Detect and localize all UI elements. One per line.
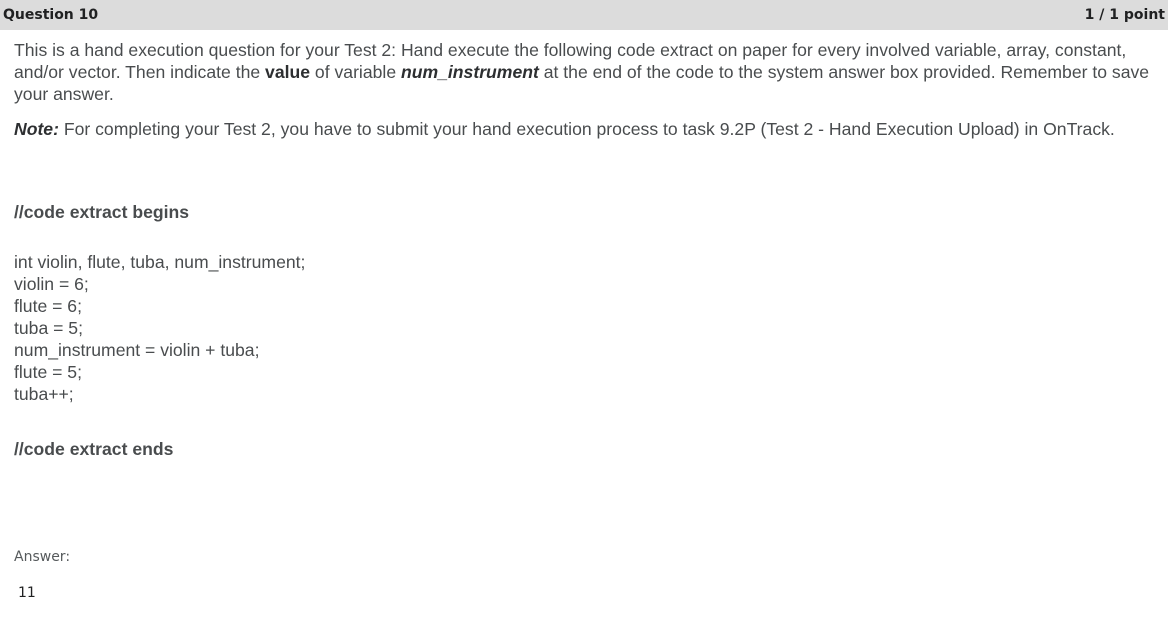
code-line: violin = 6; <box>14 274 89 294</box>
answer-value: 11 <box>18 585 36 601</box>
instruction-text-2: of variable <box>310 62 401 82</box>
instruction-variable-name: num_instrument <box>401 62 539 82</box>
question-title: Question 10 <box>3 7 99 23</box>
code-line: flute = 5; <box>14 362 82 382</box>
code-line: tuba++; <box>14 384 74 404</box>
note-label: Note: <box>14 119 59 139</box>
code-line: tuba = 5; <box>14 318 83 338</box>
note-paragraph: Note: For completing your Test 2, you ha… <box>14 118 1164 140</box>
question-instructions: This is a hand execution question for yo… <box>14 39 1164 140</box>
question-score: 1 / 1 point <box>1084 7 1165 23</box>
code-line: int violin, flute, tuba, num_instrument; <box>14 252 306 272</box>
code-line: num_instrument = violin + tuba; <box>14 340 260 360</box>
code-begin-marker: //code extract begins <box>14 202 190 222</box>
code-line: flute = 6; <box>14 296 82 316</box>
answer-label: Answer: <box>14 549 71 565</box>
instruction-paragraph: This is a hand execution question for yo… <box>14 39 1164 105</box>
question-header: Question 10 1 / 1 point <box>0 0 1168 30</box>
code-extract: int violin, flute, tuba, num_instrument;… <box>14 251 305 405</box>
code-end-marker: //code extract ends <box>14 439 174 459</box>
note-text: For completing your Test 2, you have to … <box>58 119 1115 139</box>
instruction-value-term: value <box>265 62 311 82</box>
